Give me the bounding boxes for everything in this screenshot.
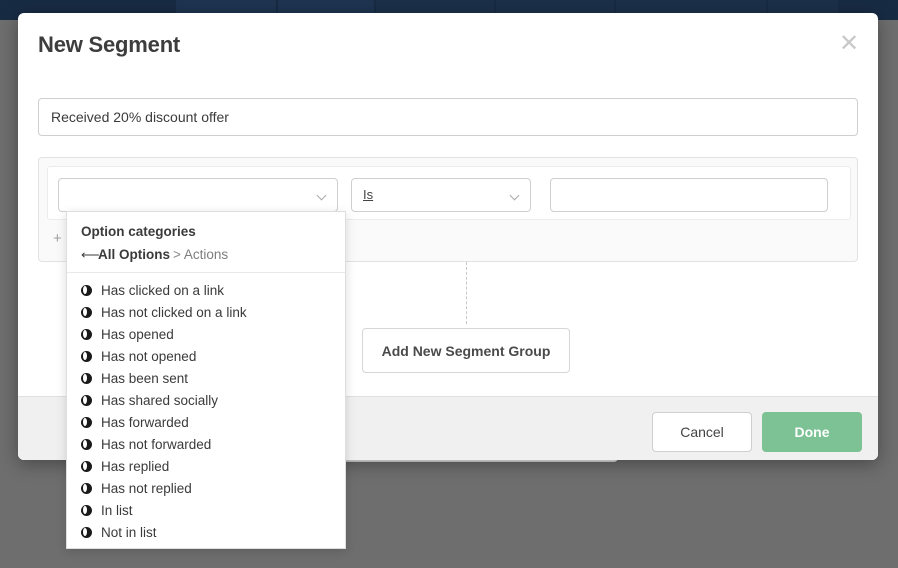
rule-value-input[interactable] bbox=[550, 178, 828, 212]
app-navbar-tab[interactable] bbox=[176, 0, 276, 14]
attribute-options-dropdown: Option categories ⟵ All Options > Action… bbox=[66, 211, 346, 549]
breadcrumb-separator: > bbox=[173, 247, 181, 262]
globe-icon bbox=[81, 417, 92, 428]
dropdown-option-label: Has not clicked on a link bbox=[101, 305, 247, 320]
dropdown-option-label: In list bbox=[101, 503, 133, 518]
globe-icon bbox=[81, 527, 92, 538]
dropdown-option[interactable]: Has clicked on a link bbox=[67, 279, 345, 301]
app-navbar-tabs bbox=[176, 0, 840, 14]
operator-select[interactable]: Is bbox=[351, 178, 531, 212]
dropdown-option[interactable]: Has not clicked on a link bbox=[67, 301, 345, 323]
segment-name-input[interactable] bbox=[38, 98, 858, 136]
globe-icon bbox=[81, 461, 92, 472]
globe-icon bbox=[81, 505, 92, 516]
dropdown-option-label: Has clicked on a link bbox=[101, 283, 224, 298]
globe-icon bbox=[81, 483, 92, 494]
globe-icon bbox=[81, 439, 92, 450]
dropdown-option-label: Has shared socially bbox=[101, 393, 218, 408]
chevron-down-icon bbox=[318, 192, 327, 201]
globe-icon bbox=[81, 285, 92, 296]
dropdown-option-label: Has not opened bbox=[101, 349, 196, 364]
dropdown-option-label: Has forwarded bbox=[101, 415, 189, 430]
dropdown-option-label: Has been sent bbox=[101, 371, 188, 386]
dropdown-option[interactable]: Has been sent bbox=[67, 367, 345, 389]
operator-select-value: Is bbox=[363, 187, 373, 202]
cancel-button[interactable]: Cancel bbox=[652, 412, 752, 452]
dropdown-option-label: Has opened bbox=[101, 327, 174, 342]
dropdown-option[interactable]: Has forwarded bbox=[67, 411, 345, 433]
back-arrow-icon: ⟵ bbox=[81, 248, 94, 261]
add-rule-button[interactable]: + bbox=[53, 230, 62, 247]
dropdown-option[interactable]: Has not replied bbox=[67, 477, 345, 499]
app-navbar-tab[interactable] bbox=[768, 0, 838, 14]
dropdown-option-label: Has not replied bbox=[101, 481, 192, 496]
dropdown-option[interactable]: Has shared socially bbox=[67, 389, 345, 411]
dropdown-option-label: Has not forwarded bbox=[101, 437, 211, 452]
page-title: New Segment bbox=[38, 32, 180, 58]
app-navbar-tab[interactable] bbox=[496, 0, 614, 14]
close-icon[interactable]: ✕ bbox=[837, 33, 861, 57]
dropdown-option[interactable]: In list bbox=[67, 499, 345, 521]
add-new-segment-group-button[interactable]: Add New Segment Group bbox=[362, 328, 570, 373]
dropdown-option-list: Has clicked on a link Has not clicked on … bbox=[67, 273, 345, 543]
done-button[interactable]: Done bbox=[762, 412, 862, 452]
dropdown-option[interactable]: Has opened bbox=[67, 323, 345, 345]
dropdown-title: Option categories bbox=[81, 224, 331, 239]
chevron-down-icon bbox=[511, 192, 520, 201]
app-navbar-tab[interactable] bbox=[616, 0, 766, 14]
globe-icon bbox=[81, 395, 92, 406]
globe-icon bbox=[81, 329, 92, 340]
breadcrumb[interactable]: ⟵ All Options > Actions bbox=[81, 247, 331, 262]
globe-icon bbox=[81, 307, 92, 318]
breadcrumb-root[interactable]: All Options bbox=[98, 247, 170, 262]
attribute-select[interactable] bbox=[58, 178, 338, 212]
dropdown-option[interactable]: Has replied bbox=[67, 455, 345, 477]
dropdown-option-label: Not in list bbox=[101, 525, 157, 540]
app-navbar-tab[interactable] bbox=[376, 0, 494, 14]
dropdown-option-label: Has replied bbox=[101, 459, 169, 474]
dropdown-option[interactable]: Has not forwarded bbox=[67, 433, 345, 455]
dropdown-option[interactable]: Not in list bbox=[67, 521, 345, 543]
breadcrumb-leaf: Actions bbox=[184, 247, 228, 262]
app-navbar-tab[interactable] bbox=[278, 0, 374, 14]
dropdown-option[interactable]: Has not opened bbox=[67, 345, 345, 367]
group-connector-line bbox=[466, 262, 467, 324]
globe-icon bbox=[81, 373, 92, 384]
globe-icon bbox=[81, 351, 92, 362]
dropdown-header: Option categories ⟵ All Options > Action… bbox=[67, 212, 345, 273]
